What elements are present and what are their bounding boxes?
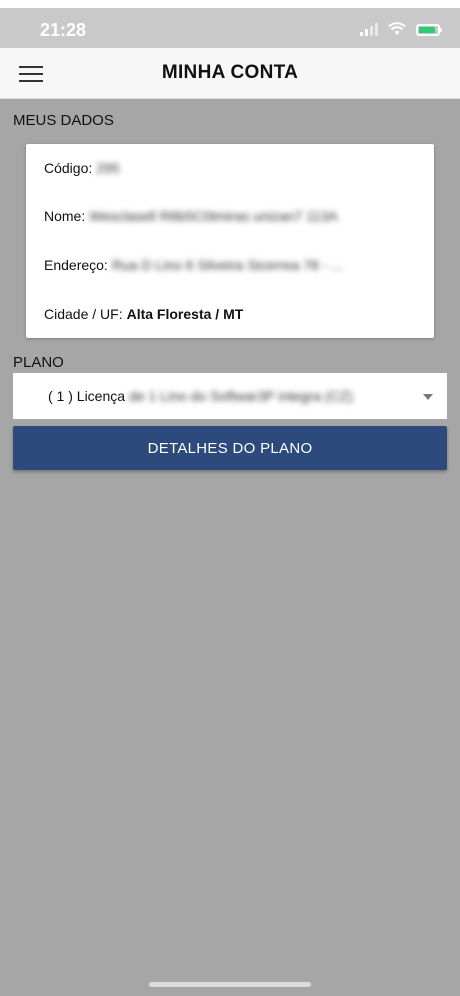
nome-row: Nome: Wesclasell R6b5C0tmiras unizan7 11…	[44, 208, 338, 224]
plano-label: PLANO	[13, 354, 64, 371]
app-bar: MINHA CONTA	[0, 48, 460, 99]
plan-details-button[interactable]: DETALHES DO PLANO	[13, 426, 447, 470]
codigo-label: Código:	[44, 160, 93, 176]
wifi-icon	[388, 22, 406, 35]
endereco-value: Rua D Lino 6 Silveira Sicerrea 78 - ...	[111, 257, 343, 273]
codigo-value: 295	[96, 160, 120, 176]
chevron-down-icon	[423, 394, 433, 400]
plan-select-rest: de 1 Lino do Softwar3P integra (CZ)	[129, 388, 353, 404]
plan-select-prefix: ( 1 ) Licença	[48, 388, 126, 404]
endereco-label: Endereço:	[44, 257, 108, 273]
cidade-row: Cidade / UF: Alta Floresta / MT	[44, 306, 243, 322]
status-bar: 21:28	[0, 8, 460, 48]
plan-select[interactable]: ( 1 ) Licença de 1 Lino do Softwar3P int…	[13, 373, 447, 419]
top-strip	[0, 0, 460, 8]
nome-value: Wesclasell R6b5C0tmiras unizan7 113A	[89, 208, 338, 224]
signal-icon	[360, 22, 378, 36]
meus-dados-label: MEUS DADOS	[13, 112, 114, 129]
codigo-row: Código: 295	[44, 160, 120, 176]
nome-label: Nome:	[44, 208, 86, 224]
status-time: 21:28	[40, 20, 87, 40]
account-card: Código: 295 Nome: Wesclasell R6b5C0tmira…	[26, 144, 434, 338]
battery-icon	[416, 24, 442, 36]
cidade-label: Cidade / UF:	[44, 306, 123, 322]
home-indicator	[149, 982, 311, 987]
page-title: MINHA CONTA	[161, 62, 299, 83]
endereco-row: Endereço: Rua D Lino 6 Silveira Sicerrea…	[44, 257, 343, 273]
cidade-value: Alta Floresta / MT	[126, 306, 244, 322]
plan-select-value: ( 1 ) Licença de 1 Lino do Softwar3P int…	[48, 388, 353, 404]
status-icons	[360, 22, 442, 36]
